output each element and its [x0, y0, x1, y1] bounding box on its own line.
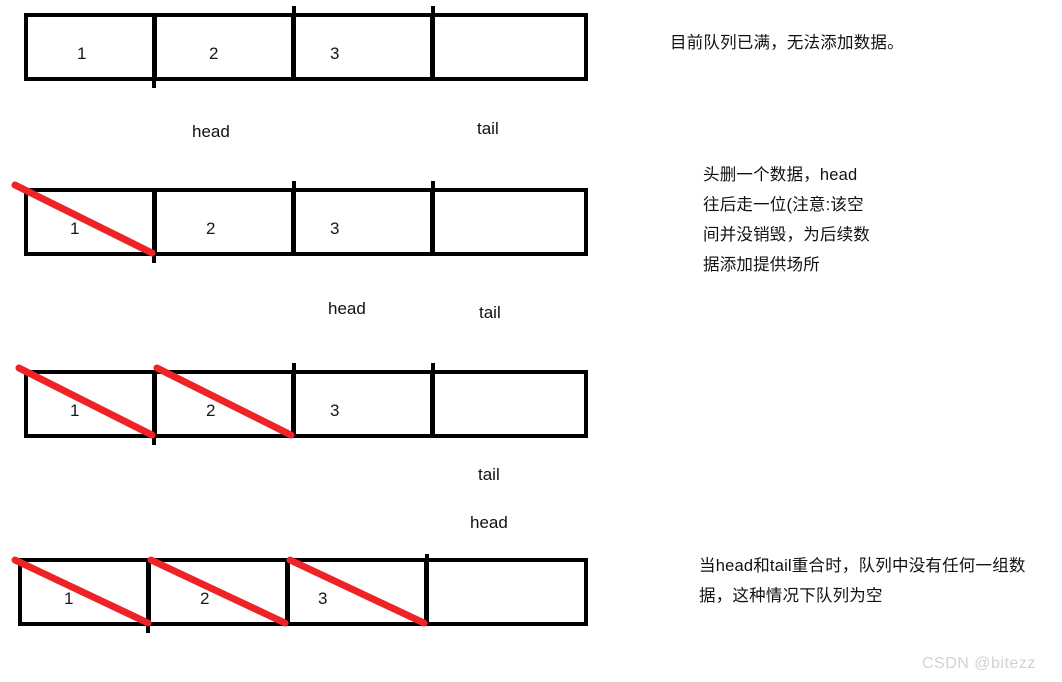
note-queue-empty: 当head和tail重合时，队列中没有任何一组数 据，这种情况下队列为空 — [699, 557, 1026, 605]
head-tail-overlap-tick — [146, 624, 150, 633]
cell-label-3: 3 — [318, 589, 328, 608]
csdn-watermark: CSDN @bitezz — [922, 655, 1036, 672]
cell-label-1: 1 — [77, 44, 87, 63]
cell-divider-3 — [424, 558, 429, 626]
cell-divider-1 — [146, 558, 151, 626]
tail-pointer-label-row1: tail — [477, 119, 499, 138]
queue-box — [24, 188, 588, 256]
head-tick-mark — [152, 254, 156, 263]
head-pointer-label-row2: head — [328, 299, 366, 318]
cell-label-1: 1 — [64, 589, 74, 608]
tail-tick-mark — [431, 363, 435, 381]
divider-tick-up-3 — [425, 554, 429, 568]
queue-row-full: 1 2 3 — [24, 6, 588, 88]
head-pointer-label-row3: head — [470, 513, 508, 532]
divider-tick-up-2 — [292, 181, 296, 191]
tail-pointer-label-row2: tail — [479, 303, 501, 322]
head-tick-mark — [152, 436, 156, 445]
cell-divider-1 — [152, 188, 157, 256]
queue-row-empty: 1 2 3 — [11, 554, 588, 633]
cell-divider-2 — [291, 13, 296, 81]
head-pointer-label-row1: head — [192, 122, 230, 141]
note-queue-full: 目前队列已满，无法添加数据。 — [670, 34, 904, 52]
queue-row-two-removed: 1 2 3 — [15, 363, 588, 445]
divider-tick-up-2 — [292, 6, 296, 16]
note-head-advance: 头删一个数据，head 往后走一位(注意:该空 间并没销毁，为后续数 据添加提供… — [703, 166, 870, 274]
cell-divider-2 — [285, 558, 290, 626]
cell-label-3: 3 — [330, 219, 340, 238]
cell-label-2: 2 — [206, 219, 216, 238]
queue-box — [24, 13, 588, 81]
cell-label-3: 3 — [330, 401, 340, 420]
tail-pointer-label-row3: tail — [478, 465, 500, 484]
cell-label-1: 1 — [70, 401, 80, 420]
cell-label-2: 2 — [209, 44, 219, 63]
cell-label-3: 3 — [330, 44, 340, 63]
tail-tick-mark — [431, 6, 435, 24]
cell-label-1: 1 — [70, 219, 80, 238]
queue-box — [24, 370, 588, 438]
cell-label-2: 2 — [200, 589, 210, 608]
cell-divider-2 — [291, 188, 296, 256]
cell-label-2: 2 — [206, 401, 216, 420]
queue-box — [18, 558, 588, 626]
cell-divider-1 — [152, 13, 157, 81]
tail-tick-mark — [431, 181, 435, 199]
cell-divider-2 — [291, 370, 296, 438]
head-tick-mark — [152, 79, 156, 88]
diagram-canvas: 1 2 3 head tail 1 2 3 head tail 1 2 3 ta… — [0, 0, 1062, 682]
queue-row-one-removed: 1 2 3 — [11, 181, 588, 263]
cell-divider-1 — [152, 370, 157, 438]
divider-tick-up-2 — [292, 363, 296, 373]
